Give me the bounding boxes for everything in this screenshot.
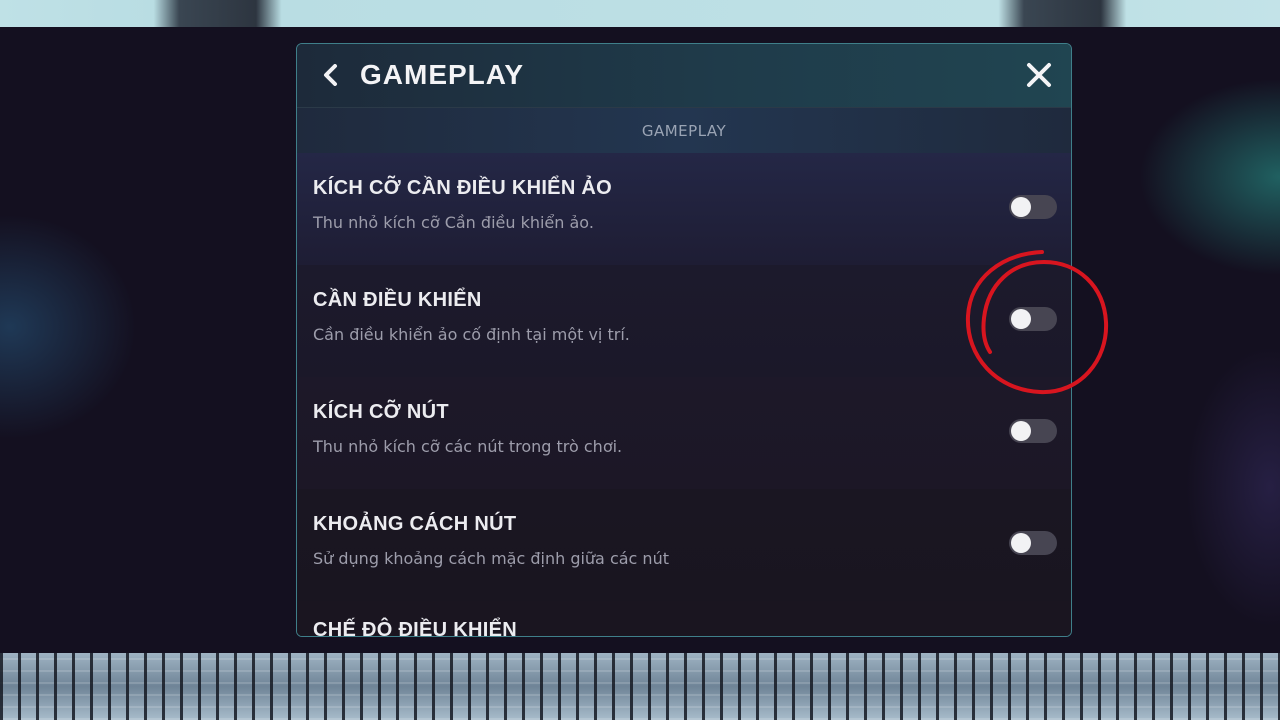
joystick-size-toggle[interactable] bbox=[1009, 195, 1057, 219]
button-spacing-toggle[interactable] bbox=[1009, 531, 1057, 555]
toggle-knob bbox=[1011, 421, 1031, 441]
setting-title: KHOẢNG CÁCH NÚT bbox=[313, 513, 517, 535]
setting-row-joystick: CẦN ĐIỀU KHIỂN Cần điều khiển ảo cố định… bbox=[297, 265, 1071, 377]
toggle-knob bbox=[1011, 533, 1031, 553]
section-header: GAMEPLAY bbox=[297, 107, 1071, 154]
setting-title: CẦN ĐIỀU KHIỂN bbox=[313, 289, 482, 311]
toggle-knob bbox=[1011, 309, 1031, 329]
setting-description: Cần điều khiển ảo cố định tại một vị trí… bbox=[313, 325, 630, 344]
button-size-toggle[interactable] bbox=[1009, 419, 1057, 443]
close-icon bbox=[1027, 63, 1051, 87]
background-photo-bottom bbox=[0, 653, 1280, 720]
setting-row-button-size: KÍCH CỠ NÚT Thu nhỏ kích cỡ các nút tron… bbox=[297, 377, 1071, 489]
page-title: GAMEPLAY bbox=[360, 59, 525, 90]
close-button[interactable] bbox=[1023, 59, 1055, 91]
fixed-joystick-toggle[interactable] bbox=[1009, 307, 1057, 331]
background-photo-top bbox=[0, 0, 1280, 27]
settings-list: KÍCH CỠ CẦN ĐIỀU KHIỂN ẢO Thu nhỏ kích c… bbox=[297, 153, 1071, 637]
back-button[interactable] bbox=[315, 60, 345, 90]
setting-title: KÍCH CỠ CẦN ĐIỀU KHIỂN ẢO bbox=[313, 177, 613, 199]
setting-title: KÍCH CỠ NÚT bbox=[313, 401, 449, 423]
setting-row-control-mode[interactable]: CHẾ ĐỘ ĐIỀU KHIỂN bbox=[297, 601, 1071, 637]
setting-description: Sử dụng khoảng cách mặc định giữa các nú… bbox=[313, 549, 669, 568]
panel-header: GAMEPLAY bbox=[297, 44, 1071, 107]
setting-title: CHẾ ĐỘ ĐIỀU KHIỂN bbox=[313, 619, 518, 637]
chevron-left-icon bbox=[324, 64, 337, 86]
section-label: GAMEPLAY bbox=[641, 122, 727, 140]
setting-description: Thu nhỏ kích cỡ các nút trong trò chơi. bbox=[313, 437, 623, 456]
setting-row-joystick-size: KÍCH CỠ CẦN ĐIỀU KHIỂN ẢO Thu nhỏ kích c… bbox=[297, 153, 1071, 265]
setting-description: Thu nhỏ kích cỡ Cần điều khiển ảo. bbox=[313, 213, 594, 232]
settings-panel: GAMEPLAY GAMEPLAY KÍCH CỠ CẦN ĐIỀU KHIỂN… bbox=[296, 43, 1072, 637]
toggle-knob bbox=[1011, 197, 1031, 217]
setting-row-button-spacing: KHOẢNG CÁCH NÚT Sử dụng khoảng cách mặc … bbox=[297, 489, 1071, 601]
